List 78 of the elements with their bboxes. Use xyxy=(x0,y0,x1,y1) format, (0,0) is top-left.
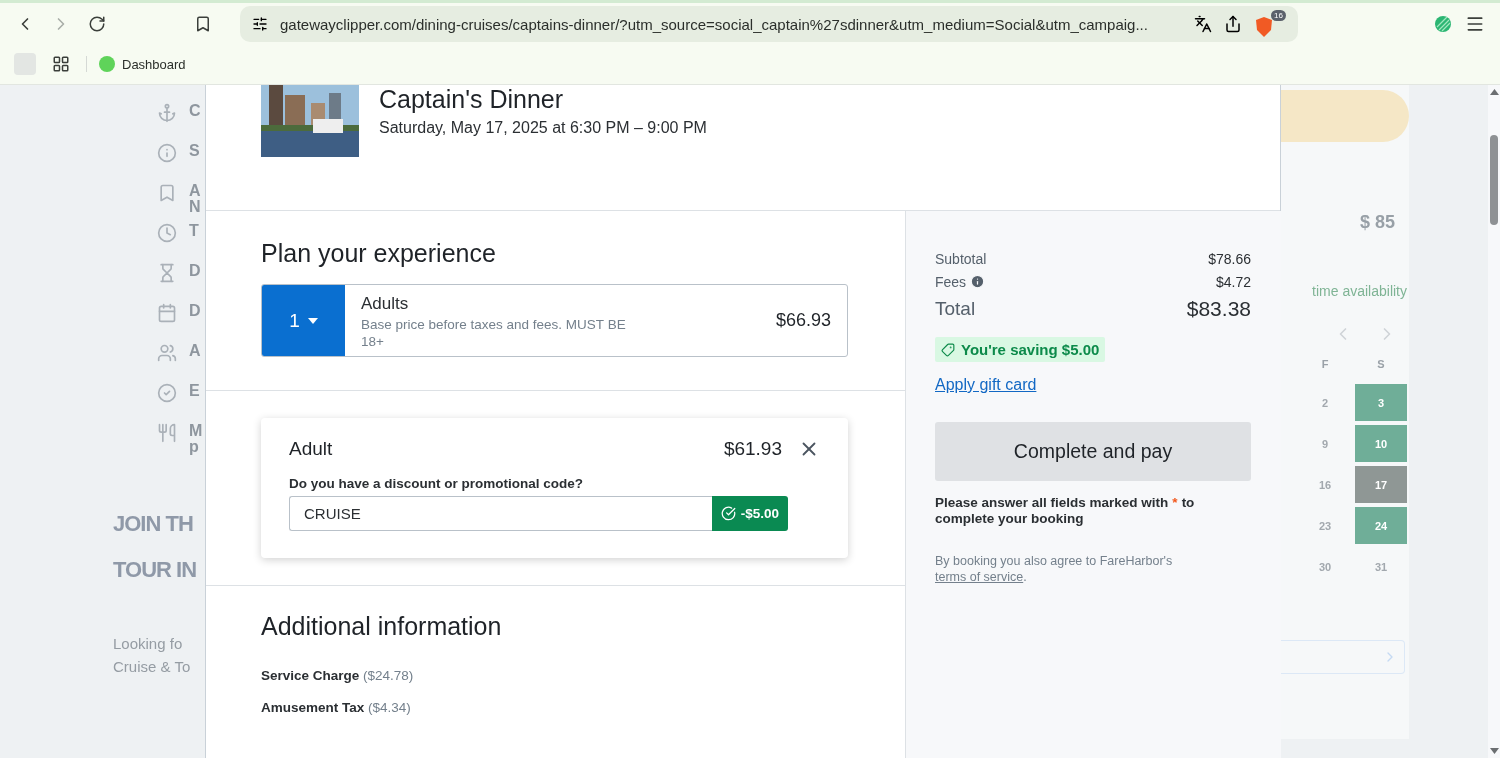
sidebar-icon xyxy=(157,223,177,243)
calendar-day: 10 xyxy=(1355,425,1407,462)
calendar-day: 17 xyxy=(1355,466,1407,503)
event-title: Captain's Dinner xyxy=(379,85,565,114)
address-bar[interactable]: gatewayclipper.com/dining-cruises/captains-dinner/?utm_source=social_captain%27sdinner&utm_medium=Social&utm_campaig... 16 xyxy=(240,6,1298,42)
site-settings-icon xyxy=(252,16,268,32)
info-icon[interactable] xyxy=(970,274,986,289)
charge-item: Service Charge ($24.78) xyxy=(261,668,415,683)
section-heading: Plan your experience xyxy=(261,239,497,268)
sidebar-label: D xyxy=(189,303,201,319)
scrollbar[interactable] xyxy=(1488,85,1500,758)
calendar-day: 9 xyxy=(1299,425,1351,462)
ticket-name: Adults xyxy=(361,294,410,314)
event-date: Saturday, May 17, 2025 at 6:30 PM – 9:00 PM xyxy=(379,119,707,137)
summary-value: $4.72 xyxy=(1215,273,1251,290)
background-price: $ 85 xyxy=(1359,212,1395,233)
savings-badge: You're saving $5.00 xyxy=(935,337,1106,362)
sidebar-icon xyxy=(157,183,177,203)
promo-label: Do you have a discount or promotional code? xyxy=(289,476,585,491)
required-note: Please answer all fields marked with * to complete your booking xyxy=(935,495,1196,527)
terms-text: By booking you also agree to FareHarbor's terms of service. xyxy=(935,553,1174,585)
caret-icon xyxy=(307,317,318,324)
headline-text: TOUR IN xyxy=(113,557,197,583)
sidebar-label: M p xyxy=(189,423,203,455)
weekday-label: S xyxy=(1376,358,1386,372)
promo-field[interactable]: CRUISE xyxy=(289,496,712,531)
favicon-icon xyxy=(99,56,115,72)
guest-price: $61.93 xyxy=(723,438,782,460)
intro-text: Looking fo xyxy=(113,635,184,652)
sidebar-icon xyxy=(157,423,177,443)
translate-icon[interactable] xyxy=(1194,15,1212,33)
sidebar-icon xyxy=(157,143,177,163)
quantity-dropdown[interactable]: 1 xyxy=(262,285,345,356)
scroll-up-icon xyxy=(1489,89,1499,95)
gift-card-link[interactable]: Apply gift card xyxy=(935,376,1037,394)
bookmark-item[interactable]: Dashboard xyxy=(99,56,186,72)
sidebar-icon xyxy=(157,383,177,403)
scroll-down-icon xyxy=(1489,748,1499,754)
sidebar-label: A N xyxy=(189,183,201,215)
sidebar-label: E xyxy=(189,383,200,399)
ticket-description: Base price before taxes and fees. MUST BE 18+ xyxy=(361,316,627,350)
scroll-thumb[interactable] xyxy=(1490,135,1498,225)
shield-icon[interactable] xyxy=(1254,16,1274,38)
summary-value: $83.38 xyxy=(1186,297,1251,321)
discount-tag: -$5.00 xyxy=(711,496,788,531)
headline-text: JOIN TH xyxy=(113,511,193,537)
calendar-day: 31 xyxy=(1355,548,1407,585)
charge-item: Amusement Tax ($4.34) xyxy=(261,700,412,715)
sidebar-icon xyxy=(157,103,177,123)
sidebar-icon xyxy=(157,343,177,363)
shield-badge: 16 xyxy=(1271,10,1286,21)
tag-icon xyxy=(941,342,955,357)
sidebar-label: C xyxy=(189,103,201,119)
calendar-day: 30 xyxy=(1299,548,1351,585)
section-heading: Additional information xyxy=(261,612,503,641)
sidebar-label: D xyxy=(189,263,201,279)
summary-label: Total xyxy=(935,298,976,320)
summary-label: Subtotal xyxy=(935,250,987,267)
availability-text: time availability xyxy=(1312,283,1407,299)
calendar-day: 3 xyxy=(1355,384,1407,421)
calendar-day: 23 xyxy=(1299,507,1351,544)
sidebar-label: T xyxy=(189,223,199,239)
intro-text: Cruise & To xyxy=(113,658,192,675)
sidebar-label: S xyxy=(189,143,200,159)
sidebar-label: A xyxy=(189,343,201,359)
summary-value: $78.66 xyxy=(1208,250,1251,267)
sidebar-icon xyxy=(157,263,177,283)
ticket-price: $66.93 xyxy=(775,310,832,331)
check-icon xyxy=(720,506,736,521)
sidebar-icon xyxy=(157,303,177,323)
summary-label: Fees xyxy=(935,273,967,290)
guest-title: Adult xyxy=(289,438,334,460)
share-icon[interactable] xyxy=(1224,15,1242,33)
weekday-label: F xyxy=(1320,358,1330,372)
calendar-day: 16 xyxy=(1299,466,1351,503)
calendar-day: 2 xyxy=(1299,384,1351,421)
calendar-day: 24 xyxy=(1355,507,1407,544)
url-text: gatewayclipper.com/dining-cruises/captains-dinner/?utm_source=social_captain%27sdinner&utm_medium=Social&utm_campaig... xyxy=(280,15,1149,33)
